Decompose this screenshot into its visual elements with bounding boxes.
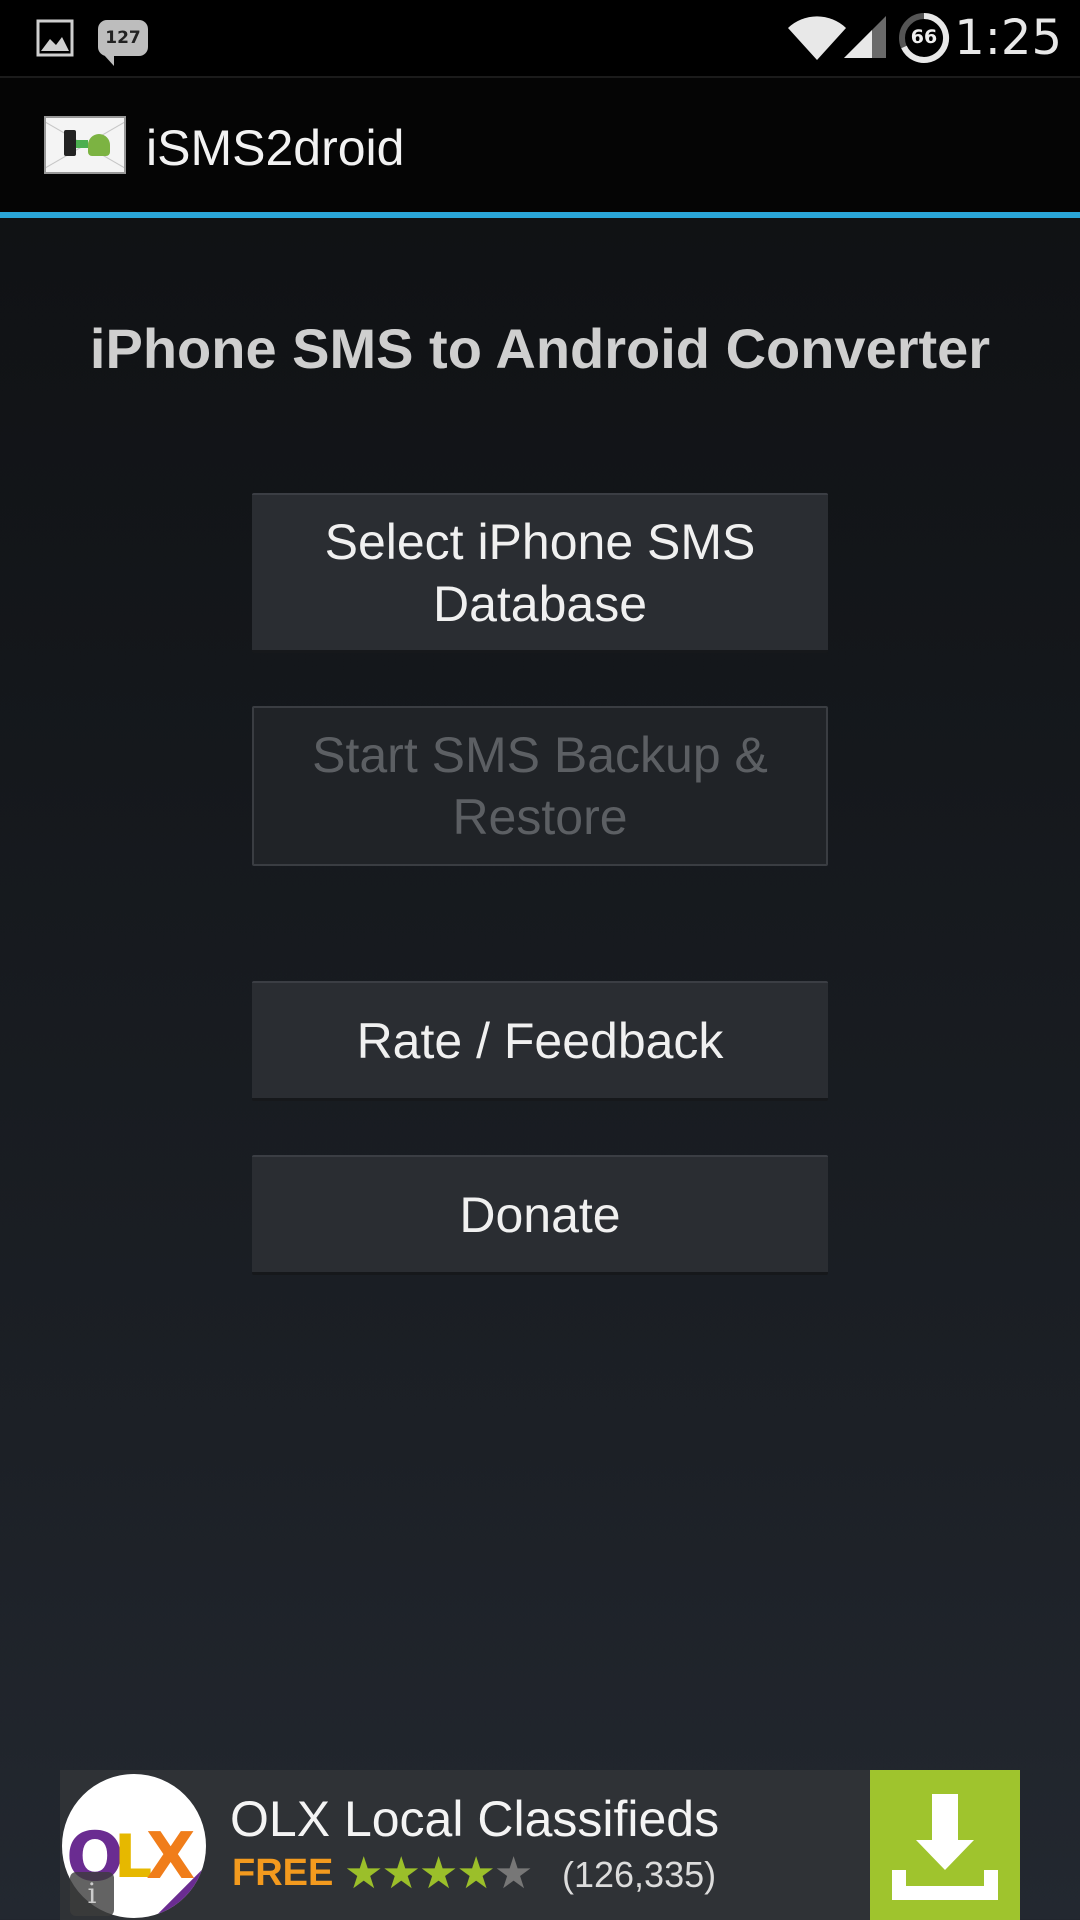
donate-button[interactable]: Donate (252, 1155, 828, 1275)
action-bar-divider (0, 212, 1080, 218)
ad-price: FREE (232, 1852, 334, 1894)
select-database-button[interactable]: Select iPhone SMS Database (252, 493, 828, 653)
donate-label: Donate (459, 1186, 621, 1243)
rate-feedback-button[interactable]: Rate / Feedback (252, 981, 828, 1101)
page-title: iPhone SMS to Android Converter (89, 317, 991, 380)
start-backup-button[interactable]: Start SMS Backup & Restore (252, 706, 828, 866)
wifi-icon (786, 14, 848, 62)
star-icon: ★ (418, 1848, 458, 1899)
gallery-icon (36, 19, 74, 57)
status-bar: 127 66 1:25 (0, 0, 1080, 76)
star-icon: ★ (456, 1848, 495, 1899)
star-half-icon: ★ (493, 1848, 533, 1899)
ad-title[interactable]: OLX Local Classifieds (230, 1790, 719, 1848)
action-bar: iSMS2droid (0, 76, 1080, 212)
download-button[interactable] (870, 1770, 1020, 1920)
battery-icon: 66 (898, 12, 950, 64)
star-icon: ★ (381, 1848, 420, 1899)
sms-count: 127 (105, 28, 141, 48)
sms-icon: 127 (98, 16, 150, 66)
app-icon[interactable] (44, 116, 126, 174)
download-icon (892, 1794, 998, 1900)
signal-icon (842, 14, 888, 60)
app-title: iSMS2droid (146, 120, 405, 176)
rating-count: (126,335) (562, 1854, 717, 1895)
select-database-label: Select iPhone SMS Database (324, 513, 756, 632)
rating-stars: ★★★★★ (344, 1848, 533, 1899)
star-icon: ★ (344, 1848, 383, 1899)
rate-feedback-label: Rate / Feedback (356, 1012, 724, 1069)
ad-banner[interactable]: OLX NEW i OLX Local Classifieds FREE ★★★… (60, 1770, 1020, 1920)
start-backup-label: Start SMS Backup & Restore (312, 727, 768, 845)
clock: 1:25 (954, 10, 1062, 66)
info-icon[interactable]: i (70, 1872, 114, 1916)
battery-level: 66 (910, 26, 938, 48)
